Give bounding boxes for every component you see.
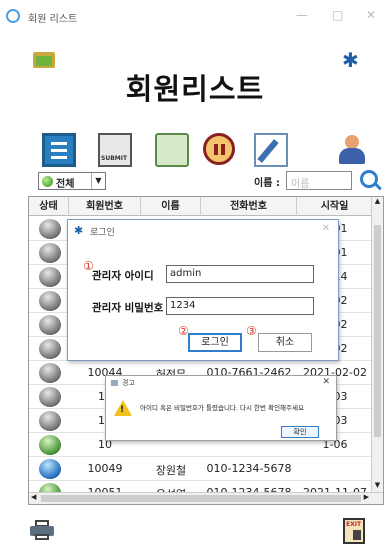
admin-password-label: 관리자 비밀번호 bbox=[92, 302, 164, 314]
login-dialog-title: 로그인 bbox=[90, 228, 115, 238]
scroll-thumb[interactable] bbox=[374, 225, 381, 437]
login-close-button[interactable]: ✕ bbox=[322, 223, 330, 234]
column-header-phone[interactable]: 전화번호 bbox=[201, 197, 297, 216]
column-header-name[interactable]: 이름 bbox=[141, 197, 201, 216]
status-ball-icon bbox=[39, 339, 61, 359]
member-list-icon[interactable] bbox=[42, 133, 76, 167]
column-header-start-date[interactable]: 시작일 bbox=[297, 197, 373, 216]
status-filter-select[interactable]: 전체 ▼ bbox=[38, 172, 106, 190]
vertical-scrollbar[interactable]: ▲ ▼ bbox=[371, 197, 383, 493]
admin-id-input[interactable]: admin bbox=[166, 265, 314, 283]
name-search-input[interactable]: 이름 bbox=[286, 171, 352, 190]
status-ball-icon bbox=[39, 291, 61, 311]
status-ball-icon bbox=[39, 435, 61, 455]
admin-id-label: 관리자 아이디 bbox=[92, 270, 154, 282]
printer-icon[interactable] bbox=[30, 520, 54, 540]
user-settings-icon[interactable] bbox=[335, 133, 369, 167]
horizontal-scrollbar[interactable]: ◀ ▶ bbox=[29, 492, 383, 504]
login-button[interactable]: 로그인 bbox=[188, 333, 242, 352]
status-ball-icon bbox=[39, 219, 61, 239]
submit-form-icon[interactable]: SUBMIT bbox=[98, 133, 132, 167]
close-button[interactable]: ✕ bbox=[366, 8, 376, 22]
warning-dialog: 경고 ✕ ! 아이디 혹은 비밀번호가 틀렸습니다. 다시 한번 확인해주세요 … bbox=[105, 375, 337, 441]
column-header-id[interactable]: 회원번호 bbox=[69, 197, 141, 216]
status-ball-icon bbox=[39, 459, 61, 479]
status-dot-icon bbox=[42, 176, 53, 187]
title-bar: 회원 리스트 — □ ✕ bbox=[0, 0, 390, 34]
status-ball-icon bbox=[39, 243, 61, 263]
login-dialog: ✱ 로그인 ✕ ① 관리자 아이디 admin 관리자 비밀번호 1234 ② … bbox=[67, 219, 339, 361]
marker-3: ③ bbox=[246, 324, 257, 338]
window-icon bbox=[111, 380, 118, 386]
table-row[interactable]: 10049 장원철 010-1234-5678 bbox=[29, 457, 373, 481]
column-header-status[interactable]: 상태 bbox=[29, 197, 69, 216]
member-name-cell: 장원철 bbox=[155, 464, 187, 477]
status-ball-icon bbox=[39, 363, 61, 383]
warning-exclamation: ! bbox=[120, 405, 125, 415]
status-ball-icon bbox=[39, 387, 61, 407]
exit-door-icon[interactable]: EXIT bbox=[343, 518, 365, 544]
member-id-cell: 10049 bbox=[87, 462, 123, 475]
scroll-right-arrow[interactable]: ▶ bbox=[364, 493, 369, 501]
chevron-down-icon[interactable]: ▼ bbox=[91, 173, 105, 189]
member-card-icon[interactable] bbox=[155, 133, 189, 167]
search-icon[interactable] bbox=[360, 170, 378, 188]
phone-cell: 010-1234-5678 bbox=[206, 462, 292, 475]
table-header: 상태 회원번호 이름 전화번호 시작일 bbox=[29, 197, 373, 216]
warning-message: 아이디 혹은 비밀번호가 틀렸습니다. 다시 한번 확인해주세요 bbox=[140, 404, 304, 412]
status-ball-icon bbox=[39, 411, 61, 431]
pause-icon[interactable] bbox=[203, 133, 235, 165]
submit-text: SUBMIT bbox=[101, 155, 128, 162]
status-filter-value: 전체 bbox=[56, 179, 75, 190]
edit-icon[interactable] bbox=[254, 133, 288, 167]
warning-close-button[interactable]: ✕ bbox=[322, 377, 330, 387]
scroll-up-arrow[interactable]: ▲ bbox=[372, 197, 383, 209]
status-ball-icon bbox=[39, 267, 61, 287]
app-icon bbox=[6, 9, 20, 23]
scroll-left-arrow[interactable]: ◀ bbox=[31, 493, 36, 501]
window-title: 회원 리스트 bbox=[28, 14, 78, 25]
admin-password-input[interactable]: 1234 bbox=[166, 297, 314, 315]
status-ball-icon bbox=[39, 315, 61, 335]
gear-icon: ✱ bbox=[74, 224, 84, 237]
name-label: 이름 : bbox=[254, 178, 280, 189]
hscroll-thumb[interactable] bbox=[41, 495, 361, 502]
minimize-button[interactable]: — bbox=[296, 8, 308, 22]
page-title: 회원리스트 bbox=[125, 72, 265, 106]
maximize-button[interactable]: □ bbox=[332, 8, 343, 22]
warning-dialog-title: 경고 bbox=[122, 379, 135, 387]
cancel-button[interactable]: 취소 bbox=[258, 333, 312, 352]
ok-button[interactable]: 확인 bbox=[281, 426, 319, 438]
